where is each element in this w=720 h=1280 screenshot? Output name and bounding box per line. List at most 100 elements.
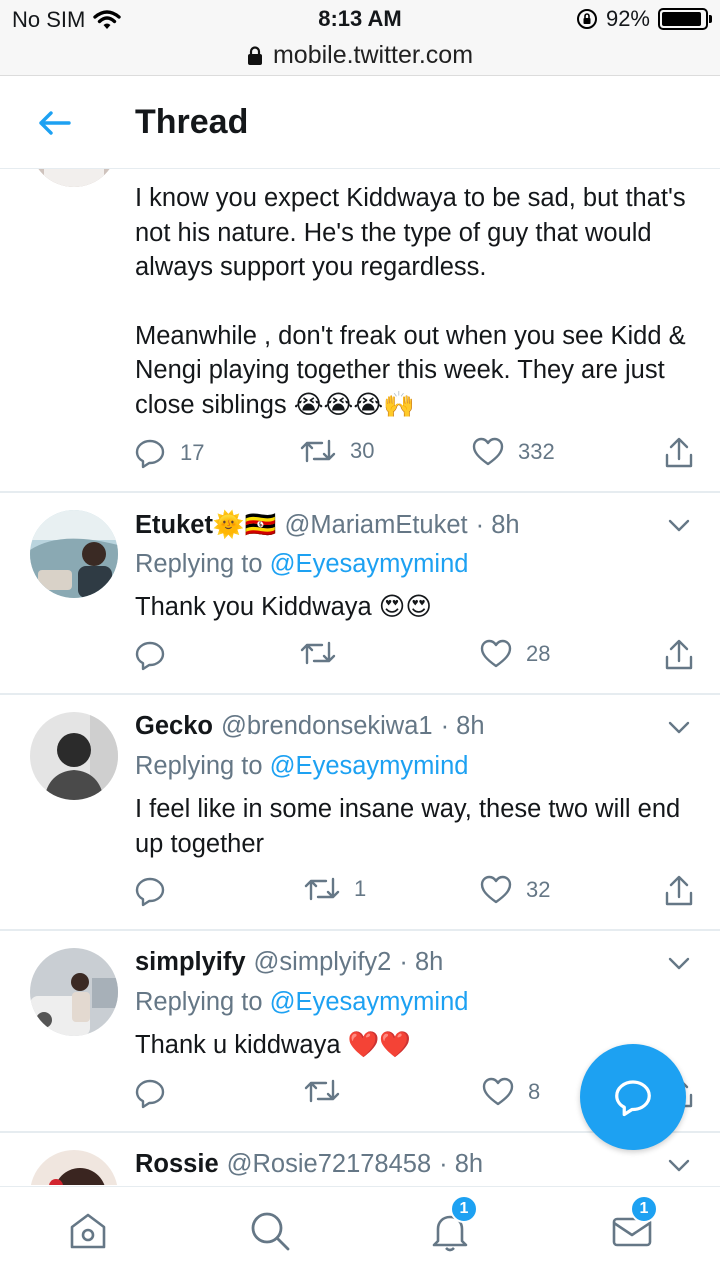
retweet-count: 1 xyxy=(354,876,367,901)
tweet-text: I feel like in some insane way, these tw… xyxy=(135,795,681,858)
reply-icon xyxy=(135,439,165,469)
reply-button[interactable] xyxy=(134,875,180,907)
battery-icon xyxy=(658,8,712,30)
battery-level xyxy=(662,12,701,26)
like-button[interactable]: 32 xyxy=(480,875,550,905)
retweet-button[interactable]: 30 xyxy=(300,437,374,465)
reply-count: 17 xyxy=(180,440,205,465)
battery-percent: 92% xyxy=(605,6,650,31)
nav-search[interactable] xyxy=(248,1209,292,1253)
mention-link[interactable]: @Eyesaymymind xyxy=(270,752,469,780)
retweet-icon xyxy=(300,439,336,463)
user-handle[interactable]: @MariamEtuket xyxy=(284,511,467,540)
arrow-left-icon xyxy=(39,111,71,135)
replying-to: Replying to @Eyesaymymind xyxy=(135,988,468,1017)
status-bar: No SIM 8:13 AM 92% xyxy=(0,0,720,40)
tweet-text: Thank you Kiddwaya 😍😍 xyxy=(135,593,432,621)
heart-icon xyxy=(472,437,504,466)
avatar[interactable] xyxy=(30,1150,118,1185)
like-button[interactable]: 332 xyxy=(472,437,555,467)
like-count: 28 xyxy=(526,641,551,666)
compose-reply-button[interactable] xyxy=(580,1044,686,1150)
heart-icon xyxy=(482,1077,514,1106)
tweet-paragraph: I know you expect Kiddwaya to be sad, bu… xyxy=(135,184,686,281)
mention-link[interactable]: @Eyesaymymind xyxy=(270,988,469,1016)
battery-group: 92% xyxy=(576,6,712,32)
user-handle[interactable]: @simplyify2 xyxy=(254,948,392,977)
search-icon xyxy=(251,1212,290,1251)
chevron-down-icon[interactable] xyxy=(668,1159,690,1173)
user-handle[interactable]: @brendonsekiwa1 xyxy=(221,712,433,741)
address-bar[interactable]: mobile.twitter.com xyxy=(0,36,720,76)
avatar[interactable] xyxy=(30,169,118,187)
share-button[interactable] xyxy=(664,437,694,469)
share-icon xyxy=(665,875,693,906)
nav-messages[interactable]: 1 xyxy=(610,1195,658,1253)
messages-badge: 1 xyxy=(630,1195,658,1223)
thread-feed[interactable]: I know you expect Kiddwaya to be sad, bu… xyxy=(0,169,720,1185)
timestamp: · 8h xyxy=(475,510,520,539)
chevron-down-icon[interactable] xyxy=(668,519,690,533)
reply-icon xyxy=(615,1080,651,1117)
chevron-down-icon[interactable] xyxy=(668,721,690,735)
page-title: Thread xyxy=(135,103,249,141)
tweet-header: Gecko @brendonsekiwa1 · 8h xyxy=(135,712,485,741)
tweet-header: Rossie @Rosie72178458 · 8h xyxy=(135,1150,483,1179)
orientation-lock-icon xyxy=(576,9,597,29)
mention-link[interactable]: @Eyesaymymind xyxy=(270,550,469,578)
share-icon xyxy=(665,437,693,468)
retweet-button[interactable]: 1 xyxy=(304,875,366,903)
reply-button[interactable] xyxy=(134,1077,180,1109)
replying-to: Replying to @Eyesaymymind xyxy=(135,550,468,579)
retweet-icon xyxy=(300,641,336,665)
tweet-text: I know you expect Kiddwaya to be sad, bu… xyxy=(135,181,695,422)
display-name[interactable]: Gecko xyxy=(135,712,213,741)
url-text: mobile.twitter.com xyxy=(272,41,474,69)
home-icon xyxy=(70,1213,106,1249)
timestamp: · 8h xyxy=(440,712,485,740)
reply-icon xyxy=(135,877,165,907)
lock-icon xyxy=(247,45,262,65)
back-button[interactable] xyxy=(34,105,74,141)
tweet-header: simplyify @simplyify2 · 8h xyxy=(135,948,443,977)
nav-notifications[interactable]: 1 xyxy=(428,1195,478,1253)
notifications-badge: 1 xyxy=(450,1195,478,1223)
chevron-down-icon[interactable] xyxy=(668,957,690,971)
heart-icon xyxy=(480,875,512,904)
like-count: 8 xyxy=(528,1079,541,1104)
like-count: 332 xyxy=(518,439,555,464)
reply-icon xyxy=(135,641,165,671)
share-button[interactable] xyxy=(664,639,694,671)
replying-to: Replying to @Eyesaymymind xyxy=(135,752,468,781)
retweet-icon xyxy=(304,1079,340,1103)
reply-tweet[interactable]: Etuket🌞🇺🇬 @MariamEtuket · 8h Replying to… xyxy=(0,493,720,693)
share-icon xyxy=(665,639,693,670)
reply-button[interactable] xyxy=(134,639,180,671)
tweet-paragraph: Meanwhile , don't freak out when you see… xyxy=(135,321,686,419)
like-button[interactable]: 28 xyxy=(480,639,550,669)
retweet-button[interactable] xyxy=(304,1077,354,1105)
timestamp: · 8h xyxy=(399,948,444,976)
avatar[interactable] xyxy=(30,510,118,598)
share-button[interactable] xyxy=(664,875,694,907)
display-name[interactable]: simplyify xyxy=(135,948,246,977)
avatar[interactable] xyxy=(30,712,118,800)
timestamp: · 8h xyxy=(439,1150,484,1178)
retweet-button[interactable] xyxy=(300,639,350,667)
retweet-count: 30 xyxy=(350,438,375,463)
tweet-actions: 28 xyxy=(134,639,694,679)
bottom-nav: 1 1 xyxy=(0,1186,720,1280)
like-button[interactable]: 8 xyxy=(482,1077,540,1107)
tweet-header: Etuket🌞🇺🇬 @MariamEtuket · 8h xyxy=(135,510,520,540)
tweet-actions: 17 30 332 xyxy=(134,437,694,477)
replying-to-label: Replying to xyxy=(135,752,263,780)
avatar[interactable] xyxy=(30,948,118,1036)
nav-home[interactable] xyxy=(66,1209,110,1253)
tweet-actions: 1 32 xyxy=(134,875,694,915)
replying-to-label: Replying to xyxy=(135,988,263,1016)
reply-button[interactable]: 17 xyxy=(134,437,204,469)
display-name[interactable]: Etuket🌞🇺🇬 xyxy=(135,510,276,540)
reply-tweet[interactable]: Gecko @brendonsekiwa1 · 8h Replying to @… xyxy=(0,695,720,929)
user-handle[interactable]: @Rosie72178458 xyxy=(227,1150,432,1179)
display-name[interactable]: Rossie xyxy=(135,1150,219,1179)
